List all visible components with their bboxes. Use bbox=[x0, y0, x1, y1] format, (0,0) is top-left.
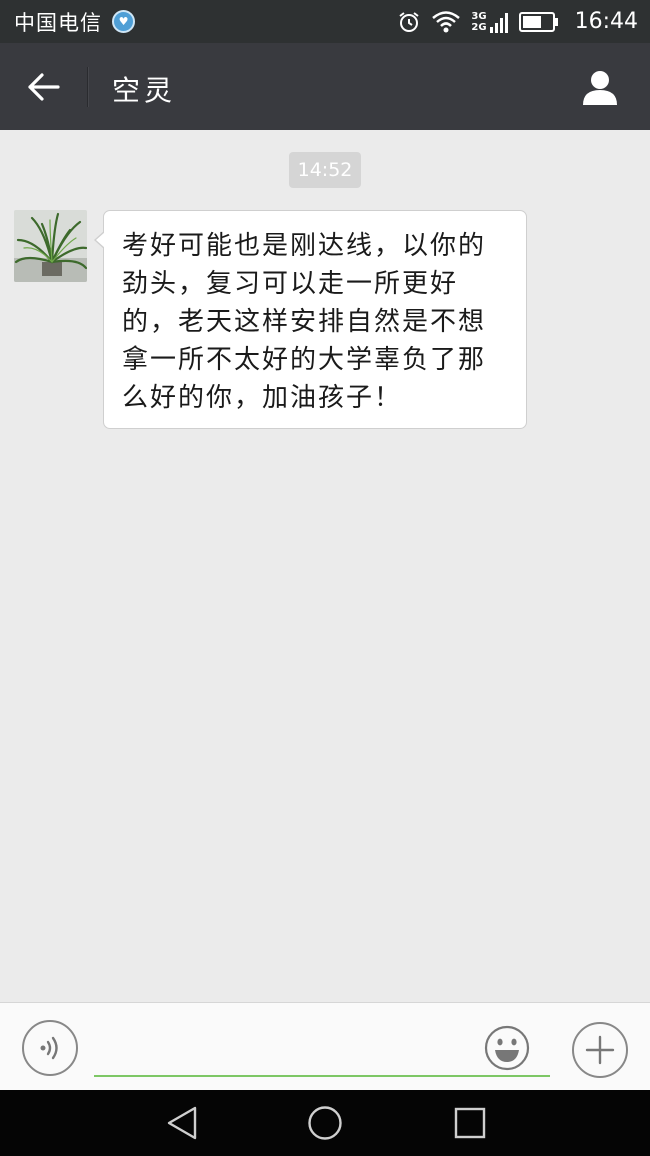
status-left: 中国电信 ♥ bbox=[14, 7, 135, 37]
message-list[interactable]: 14:52 考好可能也是刚达线，以你的劲头，复习可以走一所更好的，老天这样安排自… bbox=[0, 130, 650, 1002]
nav-back-button[interactable] bbox=[162, 1103, 202, 1143]
signal-icon bbox=[489, 10, 509, 34]
nav-recents-button[interactable] bbox=[450, 1103, 490, 1143]
recents-square-icon bbox=[454, 1107, 486, 1139]
status-bar: 中国电信 ♥ 3G 2G 16:44 bbox=[0, 0, 650, 43]
input-bar bbox=[0, 1002, 650, 1090]
status-time: 16:44 bbox=[574, 9, 638, 34]
message-timestamp: 14:52 bbox=[289, 152, 361, 188]
avatar-image bbox=[14, 210, 87, 282]
message-text: 考好可能也是刚达线，以你的劲头，复习可以走一所更好的，老天这样安排自然是不想拿一… bbox=[122, 231, 487, 413]
profile-button[interactable] bbox=[574, 63, 626, 111]
more-button[interactable] bbox=[572, 1022, 628, 1078]
avatar[interactable] bbox=[14, 210, 87, 282]
back-triangle-icon bbox=[167, 1106, 197, 1140]
message-bubble[interactable]: 考好可能也是刚达线，以你的劲头，复习可以走一所更好的，老天这样安排自然是不想拿一… bbox=[94, 210, 527, 429]
wifi-icon bbox=[431, 10, 461, 34]
status-right: 3G 2G 16:44 bbox=[397, 9, 638, 34]
carrier-name: 中国电信 bbox=[14, 10, 102, 35]
emoji-button[interactable] bbox=[484, 1025, 530, 1071]
header-divider bbox=[87, 67, 88, 107]
voice-button[interactable] bbox=[22, 1020, 78, 1076]
chat-header: 空灵 bbox=[0, 43, 650, 130]
back-button[interactable] bbox=[22, 65, 66, 109]
arrow-left-icon bbox=[28, 73, 60, 101]
battery-icon bbox=[518, 11, 559, 33]
voice-icon bbox=[40, 1036, 58, 1060]
network-label-bottom: 2G bbox=[471, 21, 487, 33]
message-input[interactable] bbox=[94, 1021, 550, 1077]
nav-home-button[interactable] bbox=[305, 1103, 345, 1143]
plus-icon bbox=[585, 1035, 615, 1065]
person-icon bbox=[583, 71, 617, 105]
emoji-icon bbox=[484, 1025, 530, 1071]
home-circle-icon bbox=[308, 1106, 342, 1140]
network-type: 3G 2G bbox=[471, 11, 486, 33]
chat-title: 空灵 bbox=[112, 74, 177, 107]
carrier-badge-icon: ♥ bbox=[112, 10, 135, 33]
system-nav-bar bbox=[0, 1090, 650, 1156]
network-label-top: 3G bbox=[471, 10, 487, 22]
alarm-icon bbox=[397, 10, 421, 34]
